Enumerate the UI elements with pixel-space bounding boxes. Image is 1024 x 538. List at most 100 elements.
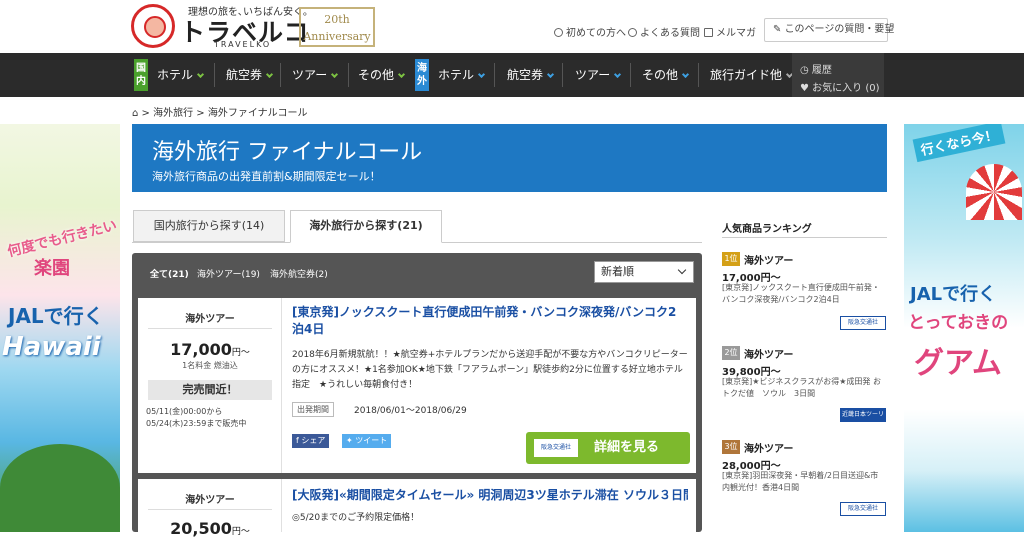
link-faq-label: よくある質問: [640, 28, 700, 39]
chevron-down-icon: [681, 70, 690, 79]
nav-domestic-air[interactable]: 航空券: [226, 66, 274, 83]
link-first-time-label: 初めての方へ: [566, 28, 626, 39]
rank-badge: 2位: [722, 346, 740, 360]
nav-divider: [280, 63, 281, 87]
facebook-share-button[interactable]: f シェア: [292, 434, 330, 448]
question-icon: [628, 28, 637, 37]
listing-card: 海外ツアー 17,000円～ 1名料金 燃油込 完売間近！ 05/11(金)00…: [138, 298, 696, 473]
divider: [148, 509, 272, 510]
status-badge: 完売間近！: [148, 380, 272, 400]
breadcrumb: ⌂ > 海外旅行 > 海外ファイナルコール: [132, 108, 308, 119]
nav-divider: [494, 63, 495, 87]
chevron-down-icon: [614, 70, 622, 79]
card-category: 海外ツアー: [185, 314, 235, 325]
tab-overseas[interactable]: 海外旅行から探す(21): [290, 210, 442, 243]
chevron-down-icon: [677, 265, 687, 275]
banner-right-line-2: JALで行く: [910, 284, 997, 305]
rank-badge: 3位: [722, 440, 740, 454]
page-title: 海外旅行 ファイナルコール: [152, 140, 423, 165]
card-title-link[interactable]: [大阪発]«期間限定タイムセール» 明洞周辺3ツ星ホテル滞在 ソウル３日間: [292, 487, 688, 504]
nav-divider: [214, 63, 215, 87]
site-header: 理想の旅を､いちばん安く｡ トラベルコ TRAVELKO 20th Annive…: [0, 0, 1024, 53]
twitter-icon: ✦: [346, 436, 356, 445]
shield-icon: [554, 28, 563, 37]
filter-all[interactable]: 全て(21): [150, 267, 189, 280]
agency-logo: 阪急交通社: [840, 316, 886, 330]
right-ad-banner[interactable]: 行くなら今！ JALで行く とっておきの グアム: [904, 124, 1024, 532]
nav-overseas-air[interactable]: 航空券: [507, 66, 555, 83]
banner-right-line-3: とっておきの: [908, 313, 1009, 333]
listing-card: 海外ツアー 20,500円～ [大阪発]«期間限定タイムセール» 明洞周辺3ツ星…: [138, 479, 696, 538]
tab-domestic[interactable]: 国内旅行から探す(14): [133, 210, 285, 242]
page-request-button[interactable]: ✎ このページの質問・要望: [764, 18, 894, 42]
nav-overseas-label: 海外: [415, 59, 429, 91]
twitter-tweet-button[interactable]: ✦ ツイート: [342, 434, 392, 448]
filter-overseas-air[interactable]: 海外航空券(2): [270, 267, 328, 280]
link-first-time[interactable]: 初めての方へ: [554, 24, 626, 39]
banner-left-line-4: Hawaii: [2, 332, 101, 362]
agency-logo: 近畿日本ツーリスト: [840, 408, 886, 430]
page-request-label: このページの質問・要望: [784, 24, 895, 35]
banner-left-line-3: JALで行く: [8, 304, 104, 328]
anniversary-line-2: Anniversary: [303, 30, 371, 43]
parachute-icon: [966, 164, 1022, 220]
nav-guide[interactable]: 旅行ガイド他: [710, 66, 794, 83]
global-nav: 国内 ホテル 航空券 ツアー その他 海外 ホテル 航空券 ツアー その他 旅行…: [0, 53, 1024, 97]
card-price-note: 1名料金 燃油込: [182, 361, 238, 370]
nav-overseas-tour[interactable]: ツアー: [575, 66, 622, 83]
sort-value: 新着順: [601, 265, 634, 278]
ranking-item[interactable]: 2位 海外ツアー 39,800円～ [東京発]★ビジネスクラスがお得★成田発 お…: [722, 346, 887, 430]
nav-divider: [698, 63, 699, 87]
agency-logo: 阪急交通社: [534, 439, 578, 457]
sale-period-end: 05/24(木)23:59まで販売中: [146, 419, 247, 428]
rank-category: 海外ツアー: [744, 444, 794, 455]
ranking-divider: [722, 237, 887, 238]
nav-domestic-label: 国内: [134, 59, 148, 91]
card-description: 2018年6月新規就航！！★航空券+ホテルプランだから送迎手配が不要な方やバンコ…: [292, 350, 688, 390]
agency-logo: 阪急交通社: [840, 502, 886, 516]
history-link[interactable]: ◷ 履歴: [800, 61, 832, 76]
nav-domestic-other[interactable]: その他: [358, 66, 406, 83]
home-icon[interactable]: ⌂: [132, 108, 138, 119]
link-newsletter[interactable]: メルマガ: [704, 24, 756, 39]
logo-mascot-icon[interactable]: [131, 4, 175, 48]
nav-user-box: ◷ 履歴 ♥ お気に入り (0): [792, 53, 884, 97]
filter-overseas-tour[interactable]: 海外ツアー(19): [197, 267, 260, 280]
edit-icon: ✎: [773, 24, 785, 35]
banner-right-line-4: グアム: [914, 346, 1002, 381]
breadcrumb-current: 海外ファイナルコール: [207, 108, 308, 119]
breadcrumb-overseas[interactable]: 海外旅行: [153, 108, 193, 119]
left-ad-banner[interactable]: 何度でも行きたい 楽園 JALで行く Hawaii: [0, 124, 120, 532]
banner-left-line-2: 楽園: [34, 258, 70, 279]
departure-dates: 2018/06/01～2018/06/29: [354, 406, 467, 416]
rank-category: 海外ツアー: [744, 256, 794, 267]
departure-label: 出発期間: [292, 402, 334, 417]
detail-button[interactable]: 阪急交通社 詳細を見る: [526, 432, 690, 464]
clock-icon: ◷: [800, 65, 812, 76]
rank-description: [東京発]羽田深夜発・早朝着/2日目送迎&市内観光付！香港4日間: [722, 471, 879, 492]
nav-overseas-other[interactable]: その他: [642, 66, 690, 83]
logo-subtext: TRAVELKO: [214, 40, 272, 49]
nav-divider: [348, 63, 349, 87]
card-title-link[interactable]: [東京発]ノックスクート直行便成田午前発・バンコク深夜発/バンコク2泊4日: [292, 304, 688, 338]
banner-left-island: [0, 444, 120, 532]
nav-overseas-hotel[interactable]: ホテル: [438, 66, 486, 83]
nav-domestic-hotel[interactable]: ホテル: [157, 66, 205, 83]
nav-domestic-tour[interactable]: ツアー: [292, 66, 339, 83]
sort-select[interactable]: 新着順: [594, 261, 694, 283]
ranking-item[interactable]: 3位 海外ツアー 28,000円～ [東京発]羽田深夜発・早朝着/2日目送迎&市…: [722, 440, 887, 522]
anniversary-badge: 20th Anniversary: [299, 7, 375, 47]
chevron-down-icon: [196, 70, 205, 79]
rank-category: 海外ツアー: [744, 350, 794, 361]
nav-divider: [630, 63, 631, 87]
heart-icon: ♥: [800, 83, 813, 94]
link-faq[interactable]: よくある質問: [628, 24, 700, 39]
favorites-link[interactable]: ♥ お気に入り (0): [800, 79, 880, 94]
divider: [148, 328, 272, 329]
ranking-item[interactable]: 1位 海外ツアー 17,000円～ [東京発]ノックスクート直行便成田午前発・バ…: [722, 252, 887, 334]
detail-button-label: 詳細を見る: [594, 440, 660, 455]
rank-description: [東京発]★ビジネスクラスがお得★成田発 おトクだ値 ソウル 3日間: [722, 377, 881, 398]
banner-right-line-1: 行くなら今！: [912, 124, 1006, 163]
mail-icon: [704, 28, 713, 37]
chevron-down-icon: [331, 70, 339, 79]
